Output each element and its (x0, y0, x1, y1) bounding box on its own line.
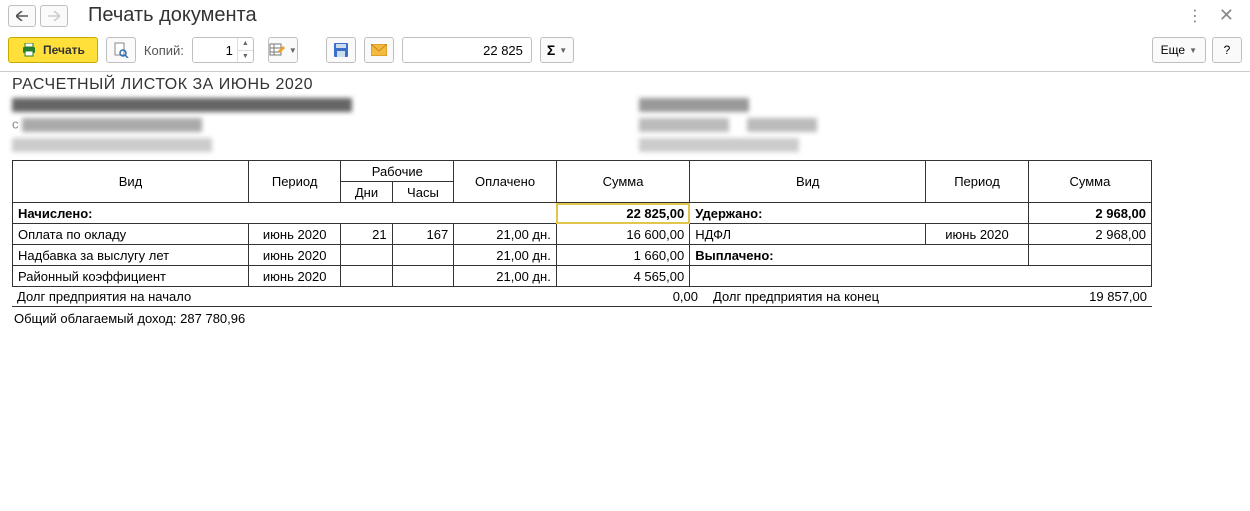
table-row: Районный коэффициент июнь 2020 21,00 дн.… (13, 266, 1152, 287)
sigma-icon: Σ (547, 42, 555, 58)
print-button[interactable]: Печать (8, 37, 98, 63)
window-title: Печать документа (88, 4, 257, 27)
redacted-info-row (12, 96, 1250, 114)
document-title: РАСЧЕТНЫЙ ЛИСТОК ЗА ИЮНЬ 2020 (12, 76, 1250, 94)
debt-start-value: 0,00 (473, 287, 703, 307)
col-hours: Часы (392, 182, 454, 203)
withheld-label: Удержано: (690, 203, 1029, 224)
close-icon[interactable]: ✕ (1219, 5, 1234, 26)
email-button[interactable] (364, 37, 394, 63)
redacted-info-row (12, 136, 1250, 154)
page-magnifier-icon (113, 42, 129, 58)
preview-button[interactable] (106, 37, 136, 63)
spinner-down-button[interactable]: ▼ (238, 51, 253, 63)
copies-spinner[interactable]: ▲ ▼ (192, 37, 254, 63)
col-sum-r: Сумма (1028, 161, 1151, 203)
debt-row: Долг предприятия на начало 0,00 Долг пре… (12, 287, 1152, 307)
sum-button[interactable]: Σ ▼ (540, 37, 574, 63)
copies-input[interactable] (193, 38, 237, 62)
spinner-up-button[interactable]: ▲ (238, 38, 253, 51)
arrow-left-icon (16, 11, 28, 21)
help-button[interactable]: ? (1212, 37, 1242, 63)
col-vid-r: Вид (690, 161, 926, 203)
print-button-label: Печать (43, 43, 85, 57)
debt-end-value: 19 857,00 (1032, 287, 1152, 307)
paidout-label: Выплачено: (690, 245, 1029, 266)
payslip-table: Вид Период Рабочие Оплачено Сумма Вид Пе… (12, 160, 1152, 287)
table-row: Надбавка за выслугу лет июнь 2020 21,00 … (13, 245, 1152, 266)
nav-forward-button[interactable] (40, 5, 68, 27)
save-button[interactable] (326, 37, 356, 63)
redacted-info-row: с (12, 116, 1250, 134)
cell-value-display: 22 825 (402, 37, 532, 63)
col-days: Дни (341, 182, 392, 203)
table-settings-button[interactable]: ▼ (268, 37, 298, 63)
col-period-r: Период (926, 161, 1029, 203)
envelope-icon (371, 44, 387, 56)
arrow-right-icon (48, 11, 60, 21)
title-bar: Печать документа ⋮ ✕ (0, 0, 1250, 33)
table-pencil-icon (269, 42, 285, 58)
withheld-total: 2 968,00 (1028, 203, 1151, 224)
toolbar: Печать Копий: ▲ ▼ ▼ (0, 33, 1250, 71)
debt-start-label: Долг предприятия на начало (12, 287, 473, 307)
accrued-total[interactable]: 22 825,00 (556, 203, 689, 224)
kebab-menu-icon[interactable]: ⋮ (1187, 6, 1205, 26)
debt-end-label: Долг предприятия на конец (703, 287, 1032, 307)
document-area[interactable]: РАСЧЕТНЫЙ ЛИСТОК ЗА ИЮНЬ 2020 с Вид Пери… (0, 71, 1250, 506)
table-row: Оплата по окладу июнь 2020 21 167 21,00 … (13, 224, 1152, 245)
col-paid: Оплачено (454, 161, 557, 203)
col-vid: Вид (13, 161, 249, 203)
more-button[interactable]: Еще ▼ (1152, 37, 1206, 63)
floppy-icon (333, 42, 349, 58)
accrued-label: Начислено: (13, 203, 557, 224)
printer-icon (21, 43, 37, 57)
copies-label: Копий: (144, 43, 184, 58)
col-sum: Сумма (556, 161, 689, 203)
nav-back-button[interactable] (8, 5, 36, 27)
taxable-summary: Общий облагаемый доход: 287 780,96 (12, 307, 1250, 326)
col-period: Период (249, 161, 341, 203)
col-workers: Рабочие (341, 161, 454, 182)
